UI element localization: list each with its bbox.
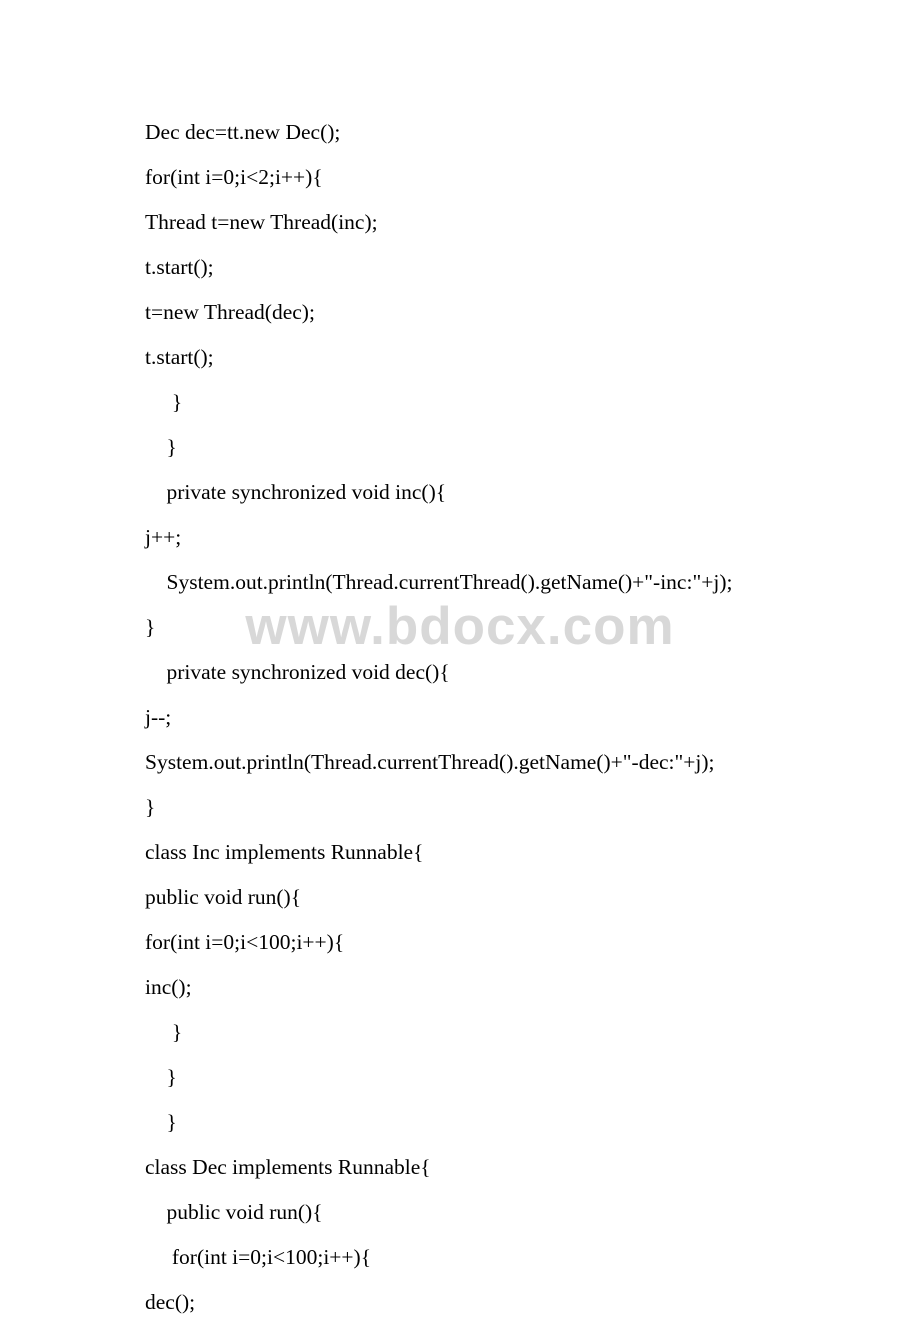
code-line: inc(); [145, 965, 780, 1010]
code-line: } [145, 380, 780, 425]
code-line: } [145, 425, 780, 470]
code-line: } [145, 785, 780, 830]
code-line: class Inc implements Runnable{ [145, 830, 780, 875]
code-line: public void run(){ [145, 875, 780, 920]
code-line: } [145, 1100, 780, 1145]
code-line: dec(); [145, 1280, 780, 1325]
code-line: public void run(){ [145, 1190, 780, 1235]
code-line: t.start(); [145, 245, 780, 290]
code-line: } [145, 605, 780, 650]
code-content: Dec dec=tt.new Dec(); for(int i=0;i<2;i+… [0, 0, 920, 1325]
code-line: for(int i=0;i<100;i++){ [145, 920, 780, 965]
code-line: private synchronized void inc(){ [145, 470, 780, 515]
code-line: t.start(); [145, 335, 780, 380]
code-line: Dec dec=tt.new Dec(); [145, 110, 780, 155]
code-line: j--; [145, 695, 780, 740]
code-line: t=new Thread(dec); [145, 290, 780, 335]
code-line: private synchronized void dec(){ [145, 650, 780, 695]
code-line: class Dec implements Runnable{ [145, 1145, 780, 1190]
code-line: j++; [145, 515, 780, 560]
code-line: System.out.println(Thread.currentThread(… [145, 740, 780, 785]
code-line: System.out.println(Thread.currentThread(… [145, 560, 780, 605]
code-line: Thread t=new Thread(inc); [145, 200, 780, 245]
code-line: for(int i=0;i<100;i++){ [145, 1235, 780, 1280]
code-line: } [145, 1055, 780, 1100]
code-line: for(int i=0;i<2;i++){ [145, 155, 780, 200]
code-line: } [145, 1010, 780, 1055]
